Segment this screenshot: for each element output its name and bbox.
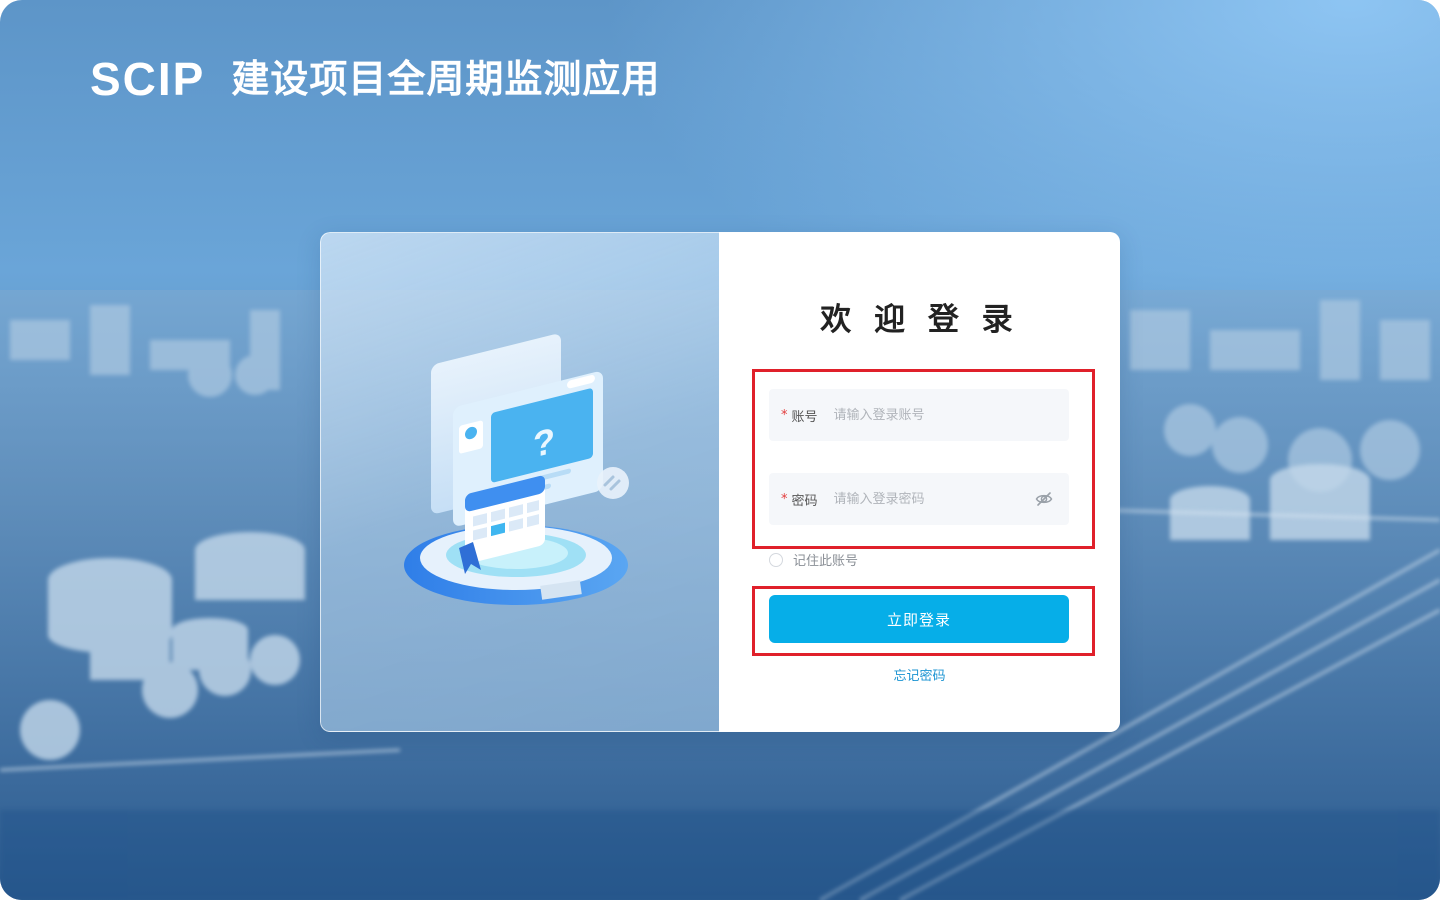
remember-account[interactable]: 记住此账号: [769, 550, 858, 569]
remember-radio[interactable]: [769, 552, 783, 567]
forgot-password-link[interactable]: 忘记密码: [719, 665, 1120, 684]
svg-text:?: ?: [533, 420, 555, 466]
app-title: 建设项目全周期监测应用: [231, 57, 661, 101]
illustration-pane: ?: [320, 232, 719, 732]
brand-header: SCIP 建设项目全周期监测应用: [90, 52, 660, 106]
login-illustration: ?: [404, 334, 629, 605]
highlight-box-credentials: [752, 369, 1095, 549]
scip-logo: SCIP: [90, 53, 206, 105]
login-screen: SCIP 建设项目全周期监测应用 ? 欢 迎 登 录 * 账号 请输入登录账号 …: [0, 0, 1440, 900]
highlight-box-login-button: [752, 586, 1095, 656]
remember-label: 记住此账号: [793, 554, 859, 569]
welcome-heading: 欢 迎 登 录: [820, 302, 1019, 338]
